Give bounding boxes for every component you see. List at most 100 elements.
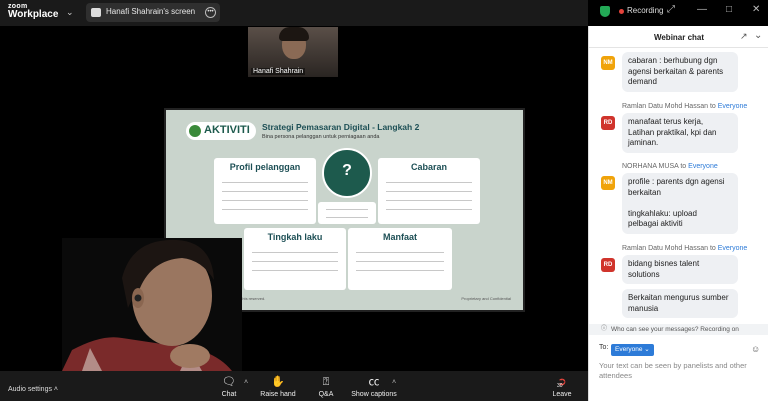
chat-button[interactable]: 🗨 Chat (219, 376, 239, 398)
speaker-hair (279, 27, 309, 41)
message-sender: Ramlan Datu Mohd Hassan to Everyone (622, 103, 747, 110)
info-icon: ⓘ (601, 326, 608, 332)
card-line (222, 209, 308, 210)
persona-avatar: ? (322, 148, 372, 198)
avatar: NM (601, 56, 615, 70)
card-line (252, 270, 338, 271)
chat-options-caret[interactable]: ˄ (244, 379, 248, 386)
audio-settings-button[interactable]: Audio settings ˄ (8, 386, 58, 393)
recording-label: Recording (627, 6, 664, 15)
card-tingkah: Tingkah laku (244, 228, 346, 290)
avatar: RD (601, 258, 615, 272)
card-line (386, 209, 472, 210)
raise-hand-icon: ✋ (271, 376, 285, 388)
chat-input[interactable]: Your text can be seen by panelists and o… (599, 361, 759, 381)
leaf-icon (189, 125, 201, 137)
sender-to: to (680, 163, 687, 170)
captions-label: Show captions (351, 391, 397, 398)
show-captions-button[interactable]: ㏄ Show captions (350, 376, 398, 398)
minimize-icon[interactable]: — (697, 4, 707, 15)
to-label: To: (599, 344, 609, 351)
card-cabaran: Cabaran (378, 158, 480, 224)
emoji-icon[interactable]: ☺ (751, 344, 760, 354)
more-options-icon[interactable]: ••• (205, 7, 216, 18)
raise-hand-label: Raise hand (260, 391, 296, 398)
close-window-icon[interactable]: ✕ (752, 4, 760, 15)
qa-label: Q&A (318, 391, 334, 398)
card-profil: Profil pelanggan (214, 158, 316, 224)
presenter-video (62, 238, 242, 371)
sender-name: Ramlan Datu Mohd Hassan (622, 245, 708, 252)
recipient: Everyone (717, 245, 748, 252)
view-options-pill[interactable]: Hanafi Shahrain's screen ••• (86, 3, 220, 22)
card-line (222, 182, 308, 183)
chat-message: bidang bisnes talent solutions (622, 255, 738, 284)
message-sender: Ramlan Datu Mohd Hassan to Everyone (622, 245, 747, 252)
notice-text: Who can see your messages? Recording on (611, 326, 739, 333)
card-profil-title: Profil pelanggan (229, 162, 301, 172)
slide-footer-right: Proprietary and Confidential (461, 296, 511, 301)
audio-settings-label: Audio settings (8, 386, 52, 393)
avatar: RD (601, 116, 615, 130)
slide-title: Strategi Pemasaran Digital - Langkah 2 (262, 122, 420, 132)
chat-label: Chat (221, 391, 237, 398)
recipient: Everyone (717, 103, 748, 110)
meeting-controls-bar: Audio settings ˄ 🗨 Chat ˄ ✋ Raise hand ⍰… (0, 371, 588, 401)
speaker-thumbnail[interactable]: Hanafi Shahrain (248, 27, 338, 77)
aktiviti-badge: AKTIVITI (186, 122, 256, 140)
qa-button[interactable]: ⍰ Q&A (315, 376, 337, 398)
card-line (222, 191, 308, 192)
card-manfaat: Manfaat (348, 228, 452, 290)
card-line (326, 217, 368, 218)
recipient-dropdown[interactable]: Everyone ⌄ (611, 344, 654, 356)
chat-message: manafaat terus kerja, Latihan praktikal,… (622, 113, 738, 153)
card-line (252, 261, 338, 262)
sender-to: to (709, 103, 716, 110)
recording-dot-icon (619, 9, 624, 14)
card-center (318, 202, 376, 224)
popout-icon[interactable]: ↗ (740, 31, 748, 42)
chat-icon: 🗨 (222, 376, 236, 388)
logo-line2: Workplace (8, 9, 59, 20)
raise-hand-button[interactable]: ✋ Raise hand (260, 376, 296, 398)
card-line (356, 261, 444, 262)
close-chat-icon[interactable]: ⌄ (754, 30, 762, 41)
question-mark-icon: ? (342, 162, 352, 179)
chat-message: cabaran : berhubung dgn agensi berkaitan… (622, 52, 738, 92)
chat-visibility-notice[interactable]: ⓘ Who can see your messages? Recording o… (589, 324, 768, 335)
qa-icon: ⍰ (322, 376, 330, 388)
recipient: Everyone (688, 163, 718, 170)
captions-icon: ㏄ (368, 376, 380, 388)
leave-label: Leave (552, 391, 572, 398)
card-line (222, 200, 308, 201)
leave-count: 30 (557, 383, 563, 389)
sender-name: Ramlan Datu Mohd Hassan (622, 103, 708, 110)
card-line (326, 209, 368, 210)
card-tingkah-title: Tingkah laku (267, 232, 323, 242)
sender-name: NORHANA MUSA (622, 163, 679, 170)
sender-to: to (709, 245, 716, 252)
speaker-name: Hanafi Shahrain (251, 68, 306, 75)
card-line (252, 252, 338, 253)
chat-header: Webinar chat ↗ ⌄ (589, 26, 768, 48)
card-line (386, 191, 472, 192)
card-manfaat-title: Manfaat (382, 232, 417, 242)
zoom-logo: zoom Workplace (8, 3, 58, 20)
screen-share-icon (91, 8, 101, 17)
recipient-value: Everyone (615, 346, 643, 353)
maximize-icon[interactable]: □ (726, 4, 732, 15)
chat-message: profile : parents dgn agensi berkaitan t… (622, 173, 738, 234)
fullscreen-icon[interactable]: ⤢ (667, 4, 675, 15)
chevron-down-icon[interactable]: ⌄ (66, 7, 74, 18)
aktiviti-label: AKTIVITI (204, 124, 250, 136)
slide-subtitle: Bina persona pelanggan untuk perniagaan … (262, 134, 380, 140)
shield-icon[interactable] (600, 6, 610, 17)
card-line (386, 182, 472, 183)
card-line (386, 200, 472, 201)
captions-options-caret[interactable]: ˄ (392, 379, 396, 386)
screen-label: Hanafi Shahrain's screen (106, 7, 196, 16)
webinar-chat-panel: Webinar chat ↗ ⌄ NM cabaran : berhubung … (588, 26, 768, 401)
top-bar: zoom Workplace ⌄ Hanafi Shahrain's scree… (0, 0, 588, 26)
chat-messages[interactable]: NM cabaran : berhubung dgn agensi berkai… (589, 48, 768, 324)
message-sender: NORHANA MUSA to Everyone (622, 163, 718, 170)
